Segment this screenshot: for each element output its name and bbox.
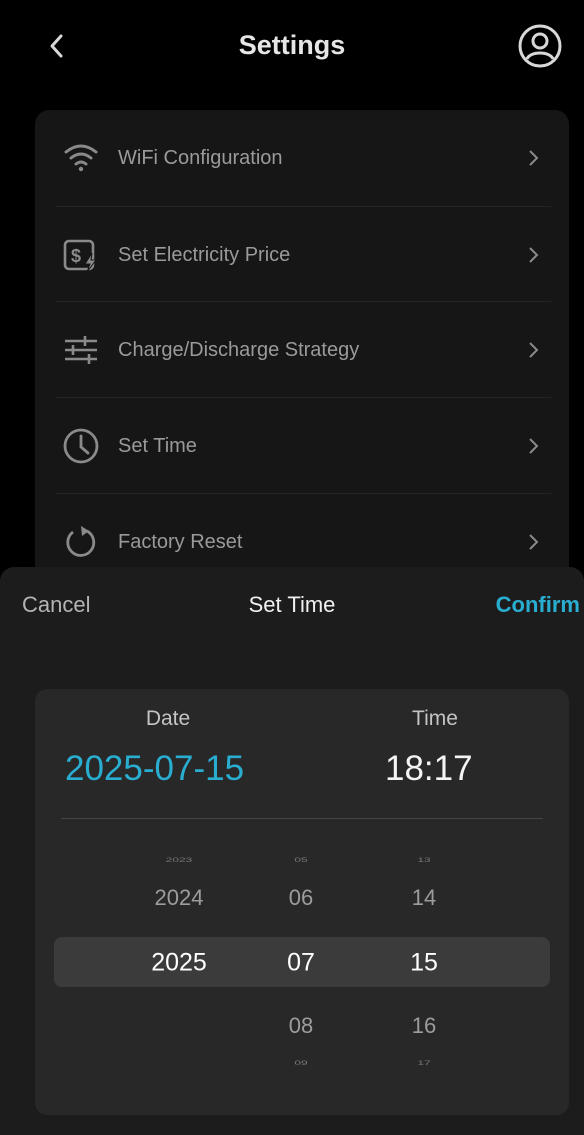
day-option[interactable]: 13	[379, 856, 469, 864]
settings-item-label: Charge/Discharge Strategy	[118, 338, 360, 361]
settings-item-label: Factory Reset	[118, 530, 243, 553]
header: Settings	[0, 0, 584, 95]
clock-icon	[59, 424, 103, 468]
profile-button[interactable]	[514, 22, 566, 70]
month-option[interactable]: 08	[256, 1013, 346, 1039]
date-value[interactable]: 2025-07-15	[65, 749, 244, 789]
dollar-bolt-icon: $	[59, 233, 103, 277]
year-option[interactable]: 2024	[134, 885, 224, 911]
page-title: Settings	[238, 30, 346, 60]
chevron-right-icon	[529, 534, 539, 550]
settings-item-electricity-price[interactable]: $ Set Electricity Price	[55, 207, 551, 303]
month-option[interactable]: 06	[256, 885, 346, 911]
wifi-icon	[59, 136, 103, 180]
time-value[interactable]: 18:17	[385, 749, 473, 789]
user-circle-icon	[518, 24, 562, 68]
year-option-selected[interactable]: 2025	[134, 949, 224, 978]
chevron-right-icon	[529, 150, 539, 166]
settings-item-wifi[interactable]: WiFi Configuration	[55, 110, 551, 206]
divider	[61, 818, 543, 819]
time-label: Time	[412, 707, 458, 730]
settings-list: WiFi Configuration $ Set Electricity Pri…	[35, 110, 569, 580]
day-option-selected[interactable]: 15	[379, 949, 469, 978]
settings-item-charge-strategy[interactable]: Charge/Discharge Strategy	[55, 302, 551, 398]
settings-item-label: WiFi Configuration	[118, 146, 283, 169]
date-label: Date	[145, 707, 191, 730]
settings-item-label: Set Time	[118, 434, 197, 457]
day-option[interactable]: 14	[379, 885, 469, 911]
day-option[interactable]: 16	[379, 1013, 469, 1039]
chevron-right-icon	[529, 438, 539, 454]
sliders-icon	[59, 328, 103, 372]
year-option[interactable]: 2023	[134, 856, 224, 864]
month-option[interactable]: 05	[256, 856, 346, 864]
date-time-picker: Date Time 2025-07-15 18:17 2023 2024 202…	[35, 689, 569, 1115]
settings-item-label: Set Electricity Price	[118, 243, 291, 266]
chevron-right-icon	[529, 247, 539, 263]
month-option-selected[interactable]: 07	[256, 949, 346, 978]
month-option[interactable]: 09	[256, 1059, 346, 1067]
cancel-button[interactable]: Cancel	[22, 592, 90, 618]
refresh-icon	[59, 520, 103, 564]
confirm-button[interactable]: Confirm	[496, 592, 580, 618]
settings-item-set-time[interactable]: Set Time	[55, 398, 551, 494]
svg-text:$: $	[71, 246, 81, 266]
day-option[interactable]: 17	[379, 1059, 469, 1067]
set-time-sheet: Set Time Cancel Confirm Date Time 2025-0…	[0, 567, 584, 1135]
chevron-right-icon	[529, 342, 539, 358]
